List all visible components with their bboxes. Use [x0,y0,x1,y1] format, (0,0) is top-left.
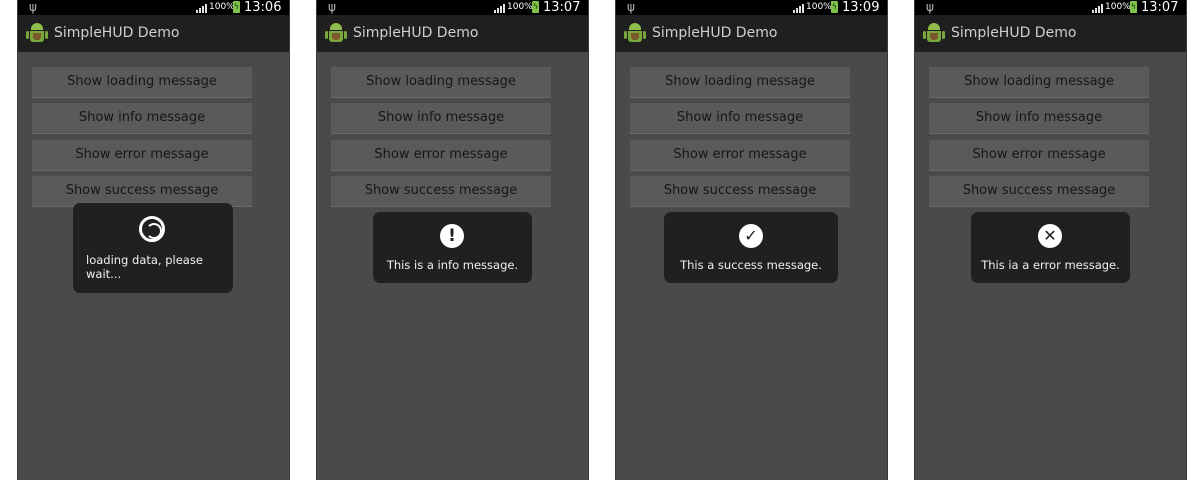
signal-icon [494,4,506,13]
status-bar: ψ 100% ϟ 13:09 [616,0,887,15]
app-android-icon [923,23,945,45]
show-error-button[interactable]: Show error message [32,140,252,171]
show-success-button[interactable]: Show success message [929,176,1149,207]
show-success-button[interactable]: Show success message [331,176,551,207]
loading-hud: loading data, please wait... [73,203,233,293]
usb-icon: ψ [29,0,37,14]
close-x-icon: ✕ [1038,224,1062,248]
hud-message: This is a info message. [386,258,519,272]
app-android-icon [325,23,347,45]
battery-percent: 100% [1105,2,1131,12]
app-android-icon [26,23,48,45]
battery-percent: 100% [806,2,832,12]
status-clock: 13:07 [543,0,581,15]
battery-charging-icon: ϟ [233,1,240,13]
checkmark-icon: ✓ [739,224,763,248]
action-bar: SimpleHUD Demo [915,15,1186,52]
info-hud: ! This is a info message. [373,212,532,283]
status-bar: ψ 100% ϟ 13:07 [317,0,588,15]
phone-screen-info: ψ 100% ϟ 13:07 SimpleHUD Demo Show loadi… [316,0,589,480]
battery-percent: 100% [209,2,235,12]
show-error-button[interactable]: Show error message [630,140,850,171]
show-loading-button[interactable]: Show loading message [331,67,551,98]
hud-message-line-2: wait... [86,267,122,281]
status-bar: ψ 100% ϟ 13:06 [18,0,289,15]
app-android-icon [624,23,646,45]
show-info-button[interactable]: Show info message [331,103,551,134]
show-info-button[interactable]: Show info message [929,103,1149,134]
error-hud: ✕ This ia a error message. [971,212,1130,283]
app-title: SimpleHUD Demo [951,25,1077,41]
show-loading-button[interactable]: Show loading message [929,67,1149,98]
show-success-button[interactable]: Show success message [630,176,850,207]
signal-icon [1092,4,1104,13]
exclamation-icon: ! [440,224,464,248]
status-clock: 13:07 [1141,0,1179,15]
show-error-button[interactable]: Show error message [331,140,551,171]
hud-message: This ia a error message. [981,258,1120,272]
battery-charging-icon: ϟ [831,1,838,13]
signal-icon [196,4,208,13]
usb-icon: ψ [627,0,635,14]
usb-icon: ψ [926,0,934,14]
action-bar: SimpleHUD Demo [616,15,887,52]
hud-message: loading data, please wait... [86,253,203,281]
hud-message: This a success message. [680,258,822,272]
usb-icon: ψ [328,0,336,14]
phone-screen-success: ψ 100% ϟ 13:09 SimpleHUD Demo Show loadi… [615,0,888,480]
app-title: SimpleHUD Demo [652,25,778,41]
action-bar: SimpleHUD Demo [18,15,289,52]
show-info-button[interactable]: Show info message [32,103,252,134]
show-info-button[interactable]: Show info message [630,103,850,134]
show-error-button[interactable]: Show error message [929,140,1149,171]
phone-screen-loading: ψ 100% ϟ 13:06 SimpleHUD Demo Show loadi… [17,0,290,480]
app-title: SimpleHUD Demo [54,25,180,41]
battery-charging-icon: ϟ [532,1,539,13]
phone-screen-error: ψ 100% ϟ 13:07 SimpleHUD Demo Show loadi… [914,0,1187,480]
action-bar: SimpleHUD Demo [317,15,588,52]
show-loading-button[interactable]: Show loading message [630,67,850,98]
signal-icon [793,4,805,13]
app-title: SimpleHUD Demo [353,25,479,41]
battery-charging-icon: ϟ [1130,1,1137,13]
battery-percent: 100% [507,2,533,12]
loading-spinner-icon [139,216,165,242]
success-hud: ✓ This a success message. [664,212,838,283]
hud-message-line-1: loading data, please [86,253,203,267]
status-clock: 13:09 [842,0,880,15]
status-bar: ψ 100% ϟ 13:07 [915,0,1186,15]
status-clock: 13:06 [244,0,282,15]
show-loading-button[interactable]: Show loading message [32,67,252,98]
